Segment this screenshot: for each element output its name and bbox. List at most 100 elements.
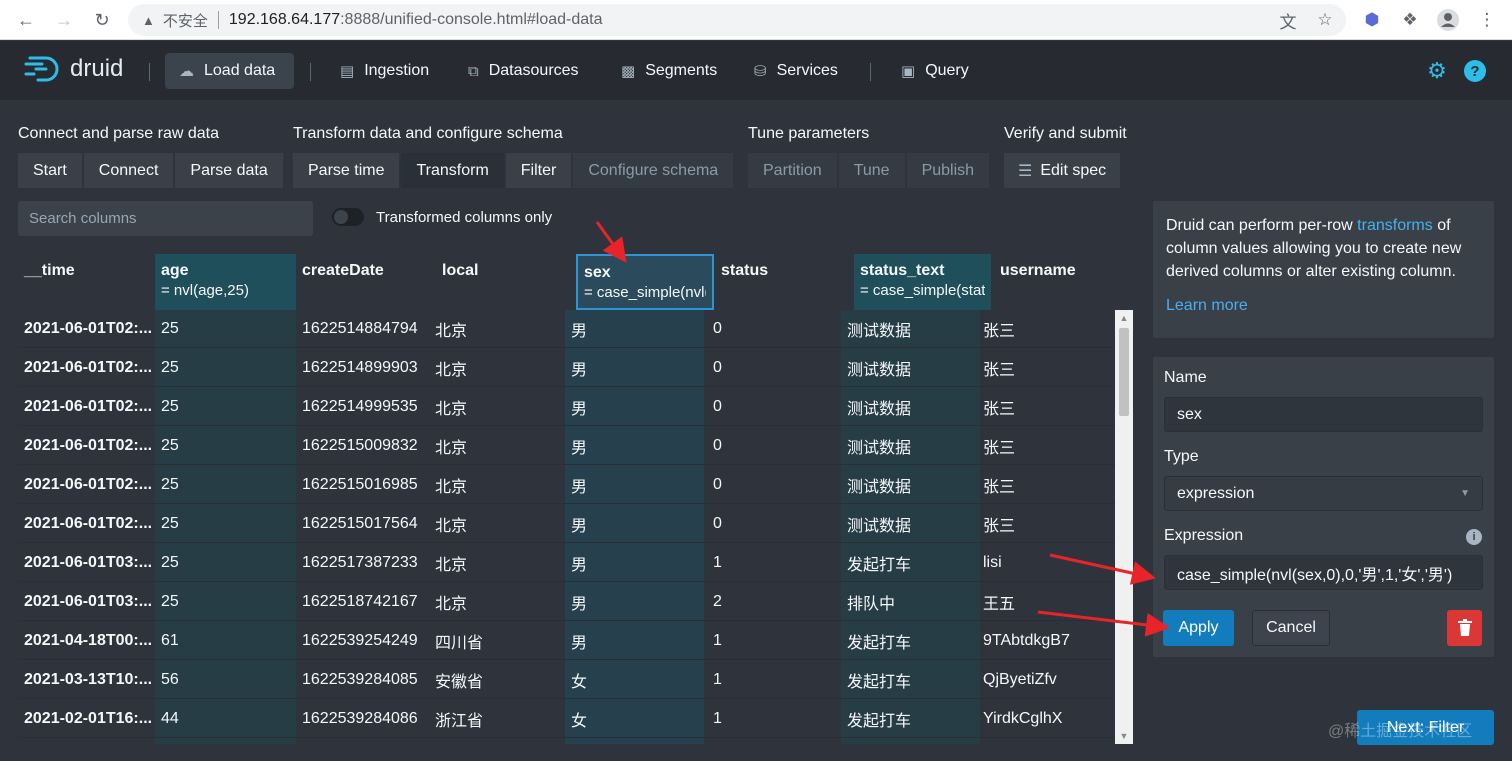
delete-trash-icon[interactable] — [1447, 610, 1482, 646]
step-filter[interactable]: Filter — [505, 153, 572, 188]
table-cell: 61 — [161, 632, 179, 649]
nav-ingestion[interactable]: ▤ Ingestion — [326, 53, 443, 89]
column-header-sex[interactable]: sex = case_simple(nvl( — [576, 254, 714, 310]
column-header-status-text[interactable]: status_text = case_simple(stat — [854, 254, 991, 310]
table-cell: 25 — [161, 515, 179, 532]
cancel-button[interactable]: Cancel — [1252, 610, 1330, 646]
type-select[interactable]: expression ▼ — [1164, 476, 1483, 511]
nav-services[interactable]: ⛁ Services — [740, 53, 852, 89]
address-separator — [217, 11, 219, 29]
url-path: :8888/unified-console.html#load-data — [340, 11, 603, 28]
logo-text: druid — [70, 55, 124, 82]
name-input[interactable]: sex — [1164, 397, 1483, 432]
table-cell: 发起打车 — [847, 557, 912, 574]
step-configure-schema[interactable]: Configure schema — [573, 153, 734, 188]
transforms-link[interactable]: transforms — [1357, 217, 1433, 234]
translate-icon[interactable]: 文 — [1274, 6, 1302, 34]
help-icon[interactable]: ? — [1464, 60, 1486, 82]
step-publish[interactable]: Publish — [906, 153, 990, 188]
table-row: 2021-06-01T02:... 25 1622514999535 北京 男 0 测试数据… — [18, 388, 1115, 426]
step-edit-spec[interactable]: ☰ Edit spec — [1004, 153, 1121, 188]
table-cell: 1 — [713, 710, 722, 727]
bookmark-star-icon[interactable]: ☆ — [1311, 6, 1339, 34]
column-header-status[interactable]: status — [715, 254, 841, 310]
nav-segments[interactable]: ▩ Segments — [607, 53, 731, 89]
table-cell: 1622539284085 — [302, 671, 418, 688]
step-transform[interactable]: Transform — [401, 153, 504, 188]
transformed-only-switch[interactable] — [332, 208, 364, 226]
table-row: 2021-02-01T16:... 44 1622539284086 浙江省 女 1 发起打… — [18, 700, 1115, 738]
table-cell: 测试数据 — [847, 362, 912, 379]
table-cell: 1 — [713, 554, 722, 571]
profile-avatar-icon[interactable] — [1434, 6, 1462, 34]
search-columns-input[interactable]: Search columns — [18, 201, 313, 236]
browser-menu-icon[interactable]: ⋮ — [1473, 6, 1501, 34]
step-group-title: Connect and parse raw data — [18, 125, 220, 142]
table-row: 2021-03-13T10:... 56 1622539284085 安徽省 女 1 发起打… — [18, 661, 1115, 699]
table-cell: 2021-04-18T00:... — [24, 632, 153, 649]
table-cell: 2021-06-01T02:... — [24, 437, 153, 454]
scroll-up-arrow-icon[interactable]: ▲ — [1119, 313, 1129, 323]
expression-input[interactable]: case_simple(nvl(sex,0),0,'男',1,'女','男') — [1164, 555, 1483, 590]
table-cell: 56 — [161, 671, 179, 688]
step-parse-time[interactable]: Parse time — [293, 153, 400, 188]
type-label: Type — [1164, 448, 1199, 465]
table-cell: 北京 — [435, 479, 468, 496]
table-cell: 2021-06-01T03:... — [24, 593, 153, 610]
nav-label: Segments — [645, 62, 718, 79]
address-bar[interactable]: ▲ 不安全 192.168.64.177:8888/unified-consol… — [128, 4, 1346, 36]
table-cell: 北京 — [435, 596, 468, 613]
back-arrow-icon[interactable]: ← — [8, 2, 44, 38]
druid-navbar: druid ☁ Load data ▤ Ingestion ⧉ Datasources… — [0, 41, 1512, 100]
table-cell: 安徽省 — [435, 674, 484, 691]
column-header-age[interactable]: age = nvl(age,25) — [155, 254, 296, 310]
table-cell: lisi — [983, 554, 1002, 571]
table-cell: 2021-06-01T02:... — [24, 359, 153, 376]
table-cell: QjByetiZfv — [983, 671, 1057, 688]
table-cell: 测试数据 — [847, 401, 912, 418]
type-value: expression — [1177, 484, 1255, 502]
step-parse-data[interactable]: Parse data — [175, 153, 283, 188]
extensions-puzzle-icon[interactable]: ❖ — [1396, 6, 1424, 34]
nav-query[interactable]: ▣ Query — [887, 53, 983, 89]
forward-arrow-icon[interactable]: → — [46, 2, 82, 38]
apply-button[interactable]: Apply — [1163, 610, 1234, 646]
table-cell: 1622515009832 — [302, 437, 418, 454]
nav-datasources[interactable]: ⧉ Datasources — [454, 53, 593, 89]
druid-logo[interactable]: druid — [24, 54, 123, 84]
table-cell: 北京 — [435, 323, 468, 340]
column-header-time[interactable]: __time — [18, 254, 155, 310]
nav-load-data[interactable]: ☁ Load data — [165, 53, 294, 89]
nav-divider — [149, 63, 150, 81]
extension-cube-icon[interactable]: ⬢ — [1358, 6, 1386, 34]
table-cell: 发起打车 — [847, 713, 912, 730]
table-cell: 1622517387233 — [302, 554, 418, 571]
table-cell: 发起打车 — [847, 674, 912, 691]
table-cell: 2021-06-01T03:... — [24, 554, 153, 571]
column-header-local[interactable]: local — [436, 254, 565, 310]
info-icon[interactable]: i — [1466, 529, 1482, 545]
table-cell: 女 — [571, 674, 588, 691]
settings-gear-icon[interactable]: ⚙ — [1426, 58, 1448, 83]
column-header-username[interactable]: username — [994, 254, 1115, 310]
column-name: createDate — [302, 262, 384, 279]
column-header-createdate[interactable]: createDate — [296, 254, 431, 310]
table-cell: 北京 — [435, 362, 468, 379]
column-name: status_text — [860, 262, 945, 279]
application-icon: ▣ — [901, 63, 916, 80]
step-connect[interactable]: Connect — [83, 153, 174, 188]
scroll-down-arrow-icon[interactable]: ▼ — [1119, 731, 1129, 741]
table-row: 2021-06-01T02:... 25 1622515009832 北京 男 0 测试数据… — [18, 427, 1115, 465]
table-cell: 25 — [161, 593, 179, 610]
step-tune[interactable]: Tune — [838, 153, 905, 188]
table-row: 2021-06-01T02:... 25 1622514884794 北京 男 0 测试数据… — [18, 310, 1115, 348]
table-cell: 2021-06-01T02:... — [24, 476, 153, 493]
gantt-chart-icon: ▤ — [340, 63, 355, 80]
reload-icon[interactable]: ↻ — [84, 2, 120, 38]
scrollbar-thumb[interactable] — [1119, 328, 1129, 416]
table-cell: 张三 — [983, 440, 1016, 457]
step-start[interactable]: Start — [18, 153, 82, 188]
step-partition[interactable]: Partition — [748, 153, 837, 188]
table-scrollbar[interactable]: ▲ ▼ — [1115, 310, 1133, 744]
learn-more-link[interactable]: Learn more — [1166, 294, 1481, 317]
